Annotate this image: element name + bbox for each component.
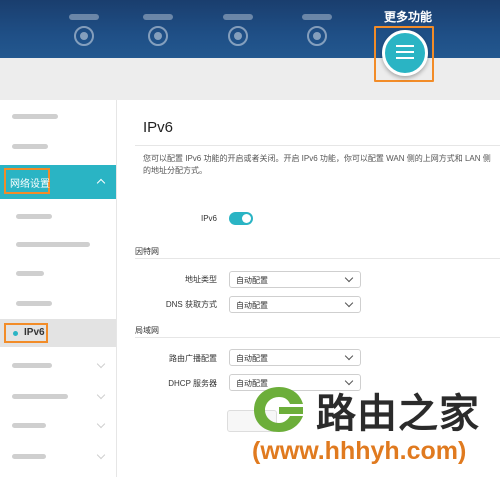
sidebar-item-label (16, 214, 52, 219)
sidebar-item[interactable] (0, 412, 116, 438)
nav-icon (148, 26, 168, 46)
sidebar-item[interactable] (0, 383, 116, 409)
nav-item-label (302, 14, 332, 20)
watermark-logo-icon (254, 387, 303, 432)
ipv6-toggle[interactable] (229, 212, 253, 225)
sidebar-item[interactable] (0, 443, 116, 469)
sidebar-item[interactable] (0, 352, 116, 378)
select-value: 自动配置 (236, 301, 268, 310)
sidebar-item-label (12, 114, 58, 119)
sidebar-item[interactable] (0, 133, 116, 159)
more-functions-button[interactable] (382, 30, 428, 76)
chevron-down-icon (344, 351, 354, 361)
chevron-down-icon (96, 419, 106, 429)
divider (135, 145, 500, 146)
address-type-select[interactable]: 自动配置 (229, 271, 361, 288)
dns-method-select[interactable]: 自动配置 (229, 296, 361, 313)
sidebar: 网络设置 IPv6 (0, 100, 116, 477)
sidebar-item-label: 网络设置 (10, 179, 50, 190)
sidebar-item-label: IPv6 (24, 327, 45, 338)
sidebar-subitem[interactable] (0, 203, 116, 229)
page-title: IPv6 (143, 119, 174, 136)
page-description: 您可以配置 IPv6 功能的开启或者关闭。开启 IPv6 功能，你可以配置 WA… (143, 154, 491, 175)
sidebar-item[interactable] (0, 103, 116, 129)
chevron-down-icon (344, 298, 354, 308)
chevron-up-icon (96, 178, 106, 188)
sidebar-item-label (16, 271, 44, 276)
nav-item-1[interactable] (66, 14, 102, 46)
chevron-down-icon (96, 359, 106, 369)
nav-icon (228, 26, 248, 46)
ipv6-toggle-label: IPv6 (200, 214, 217, 223)
divider (135, 337, 500, 338)
toggle-knob (242, 214, 251, 223)
more-functions-label: 更多功能 (384, 10, 433, 24)
sidebar-subitem[interactable] (0, 231, 116, 257)
nav-item-label (223, 14, 253, 20)
select-value: 自动配置 (236, 276, 268, 285)
chevron-down-icon (96, 390, 106, 400)
sidebar-item-label (12, 454, 46, 459)
dhcp-server-label: DHCP 服务器 (168, 379, 217, 388)
sidebar-item-ipv6[interactable]: IPv6 (0, 319, 116, 347)
nav-item-4[interactable] (299, 14, 335, 46)
address-type-label: 地址类型 (185, 275, 217, 284)
sidebar-item-label (12, 423, 46, 428)
sidebar-subitem[interactable] (0, 260, 116, 286)
watermark-url: (www.hhhyh.com) (252, 437, 467, 465)
sidebar-item-label (16, 301, 52, 306)
sidebar-item-label (12, 394, 68, 399)
select-value: 自动配置 (236, 354, 268, 363)
watermark-site-name: 路由之家 (316, 391, 480, 437)
active-dot-icon (13, 331, 18, 336)
sidebar-item-label (12, 144, 48, 149)
router-advert-label: 路由广播配置 (169, 354, 217, 363)
sidebar-item-label (16, 242, 90, 247)
internet-section-title: 因特网 (135, 247, 159, 256)
nav-item-label (69, 14, 99, 20)
nav-item-3[interactable] (220, 14, 256, 46)
sidebar-item-network-settings[interactable]: 网络设置 (0, 165, 116, 199)
nav-icon (74, 26, 94, 46)
nav-icon (307, 26, 327, 46)
sidebar-subitem[interactable] (0, 290, 116, 316)
nav-item-label (143, 14, 173, 20)
router-advert-select[interactable]: 自动配置 (229, 349, 361, 366)
divider (135, 258, 500, 259)
sidebar-item-label (12, 363, 52, 368)
nav-item-2[interactable] (140, 14, 176, 46)
dns-method-label: DNS 获取方式 (165, 300, 217, 309)
lan-section-title: 局域网 (135, 326, 159, 335)
chevron-down-icon (344, 273, 354, 283)
chevron-down-icon (96, 450, 106, 460)
